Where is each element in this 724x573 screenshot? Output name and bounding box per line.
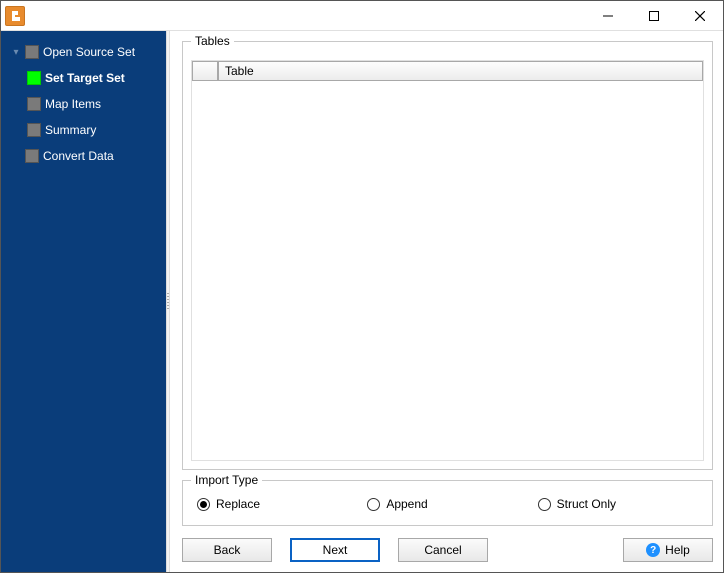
back-button-label: Back	[214, 543, 241, 557]
step-label: Set Target Set	[45, 71, 125, 85]
next-button-label: Next	[323, 543, 348, 557]
table-header-row: Table	[192, 61, 703, 81]
back-button[interactable]: Back	[182, 538, 272, 562]
radio-append[interactable]: Append	[367, 497, 527, 511]
minimize-button[interactable]	[585, 1, 631, 30]
step-open-source-set[interactable]: ▾ Open Source Set	[5, 39, 166, 65]
next-button[interactable]: Next	[290, 538, 380, 562]
cancel-button-label: Cancel	[424, 543, 461, 557]
step-label: Map Items	[45, 97, 101, 111]
close-button[interactable]	[677, 1, 723, 30]
step-box-icon	[27, 97, 41, 111]
help-button-label: Help	[665, 543, 690, 557]
column-header-table[interactable]: Table	[218, 61, 703, 81]
wizard-button-row: Back Next Cancel ? Help	[182, 538, 713, 562]
step-box-icon	[25, 149, 39, 163]
help-button[interactable]: ? Help	[623, 538, 713, 562]
step-label: Summary	[45, 123, 96, 137]
step-summary[interactable]: Summary	[5, 117, 166, 143]
import-type-legend: Import Type	[191, 473, 262, 487]
titlebar	[1, 1, 723, 31]
radio-icon	[367, 498, 380, 511]
help-icon: ?	[646, 543, 660, 557]
wizard-window: ▾ Open Source Set Set Target Set Map Ite…	[0, 0, 724, 573]
tables-legend: Tables	[191, 34, 234, 48]
step-box-icon	[27, 123, 41, 137]
tables-groupbox: Tables Table	[182, 41, 713, 470]
radio-icon	[197, 498, 210, 511]
step-set-target-set[interactable]: Set Target Set	[5, 65, 166, 91]
wizard-steps-sidebar: ▾ Open Source Set Set Target Set Map Ite…	[1, 31, 166, 572]
step-box-icon	[27, 71, 41, 85]
radio-label: Struct Only	[557, 497, 616, 511]
step-convert-data[interactable]: Convert Data	[5, 143, 166, 169]
step-label: Open Source Set	[43, 45, 135, 59]
step-box-icon	[25, 45, 39, 59]
table-body-empty	[192, 81, 703, 460]
tree-toggle-icon: ▾	[11, 47, 21, 58]
step-map-items[interactable]: Map Items	[5, 91, 166, 117]
step-label: Convert Data	[43, 149, 114, 163]
radio-label: Append	[386, 497, 427, 511]
radio-replace[interactable]: Replace	[197, 497, 357, 511]
tables-list[interactable]: Table	[191, 60, 704, 461]
import-type-groupbox: Import Type Replace Append Struct Only	[182, 480, 713, 526]
main-panel: Tables Table Import Type Replace	[170, 31, 723, 572]
maximize-button[interactable]	[631, 1, 677, 30]
splitter-handle[interactable]	[166, 31, 170, 572]
radio-struct-only[interactable]: Struct Only	[538, 497, 698, 511]
column-header-checkbox[interactable]	[192, 61, 218, 81]
radio-label: Replace	[216, 497, 260, 511]
window-body: ▾ Open Source Set Set Target Set Map Ite…	[1, 31, 723, 572]
window-controls	[585, 1, 723, 30]
app-icon	[5, 6, 25, 26]
cancel-button[interactable]: Cancel	[398, 538, 488, 562]
radio-icon	[538, 498, 551, 511]
